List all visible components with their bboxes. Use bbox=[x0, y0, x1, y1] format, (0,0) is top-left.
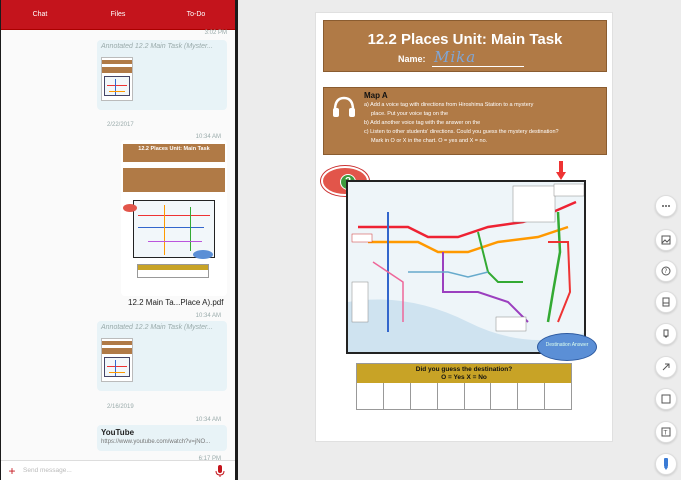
task-instruction: a) Add a voice tag with directions from … bbox=[364, 102, 534, 108]
guess-cell[interactable] bbox=[465, 383, 492, 409]
pdf-thumbnail[interactable]: 12.2 Places Unit: Main Task bbox=[123, 142, 225, 292]
tab-todo[interactable]: To-Do bbox=[157, 0, 235, 29]
map-image bbox=[348, 182, 584, 352]
marker-icon[interactable] bbox=[655, 323, 677, 345]
name-underline bbox=[432, 66, 524, 67]
name-label: Name: bbox=[398, 54, 426, 64]
image-icon[interactable] bbox=[655, 229, 677, 251]
document-thumbnail[interactable] bbox=[101, 338, 133, 382]
svg-text:?: ? bbox=[664, 268, 667, 275]
tab-files[interactable]: Files bbox=[79, 0, 157, 29]
task-instruction: b) Add another voice tag with the answer… bbox=[364, 120, 481, 126]
date-separator: 2/16/2019 bbox=[107, 404, 134, 410]
microphone-icon[interactable] bbox=[213, 464, 227, 478]
guess-cell[interactable] bbox=[491, 383, 519, 409]
document-thumbnail[interactable] bbox=[101, 57, 133, 101]
date-separator: 2/22/2017 bbox=[107, 122, 134, 128]
task-box: Map A a) Add a voice tag with directions… bbox=[323, 87, 607, 155]
tab-chat[interactable]: Chat bbox=[1, 0, 79, 29]
text-box-icon[interactable]: T bbox=[655, 421, 677, 443]
annotated-message[interactable]: Annotated 12.2 Main Task (Myster... bbox=[97, 321, 227, 391]
chat-panel: Chat Files To-Do 3:02 PM Annotated 12.2 … bbox=[0, 0, 238, 480]
message-title: Annotated 12.2 Main Task (Myster... bbox=[101, 324, 213, 331]
pen-icon[interactable] bbox=[655, 453, 677, 475]
add-attachment-button[interactable]: + bbox=[1, 464, 23, 478]
svg-text:T: T bbox=[663, 430, 668, 437]
rectangle-icon[interactable] bbox=[655, 388, 677, 410]
guess-cell[interactable] bbox=[518, 383, 546, 409]
link-url[interactable]: https://www.youtube.com/watch?v=jNO... bbox=[97, 437, 227, 447]
name-handwriting: Mika bbox=[434, 48, 477, 66]
stamp-icon[interactable] bbox=[655, 291, 677, 313]
guess-title: Did you guess the destination? bbox=[415, 366, 513, 373]
task-instruction: place. Put your voice tag on the bbox=[371, 111, 449, 117]
task-instruction: Mark in O or X in the chart. O = yes and… bbox=[371, 138, 488, 144]
link-title: YouTube bbox=[101, 428, 135, 437]
guess-chart: Did you guess the destination? O = Yes X… bbox=[356, 363, 572, 410]
page-title: 12.2 Places Unit: Main Task bbox=[367, 31, 563, 48]
arrow-down-icon bbox=[556, 161, 566, 180]
headphones-icon bbox=[331, 94, 357, 120]
pdf-filename[interactable]: 12.2 Main Ta...Place A).pdf bbox=[128, 298, 223, 307]
message-timestamp: 10:34 AM bbox=[195, 417, 221, 423]
arrow-icon[interactable] bbox=[655, 356, 677, 378]
message-composer: + Send message... bbox=[1, 460, 235, 480]
voice-tag-icon[interactable]: ? bbox=[655, 260, 677, 282]
guess-cell[interactable] bbox=[438, 383, 465, 409]
answer-voice-tag[interactable]: Destination Answer bbox=[537, 333, 597, 361]
document-page[interactable]: 12.2 Places Unit: Main Task Name: Mika M… bbox=[315, 12, 613, 442]
message-title: Annotated 12.2 Main Task (Myster... bbox=[101, 43, 213, 50]
tab-bar: Chat Files To-Do bbox=[1, 0, 235, 30]
guess-chart-header: Did you guess the destination? O = Yes X… bbox=[357, 364, 571, 383]
guess-cells bbox=[357, 383, 571, 409]
task-instruction: c) Listen to other students' directions.… bbox=[364, 129, 559, 135]
message-input[interactable]: Send message... bbox=[23, 467, 213, 474]
rail-map[interactable] bbox=[346, 180, 586, 354]
worksheet-header: 12.2 Places Unit: Main Task Name: Mika bbox=[323, 20, 607, 72]
message-timestamp: 10:34 AM bbox=[195, 313, 221, 319]
guess-cell[interactable] bbox=[411, 383, 438, 409]
chat-thread[interactable]: 3:02 PM Annotated 12.2 Main Task (Myster… bbox=[1, 30, 235, 462]
guess-legend: O = Yes X = No bbox=[441, 373, 487, 381]
more-icon[interactable] bbox=[655, 195, 677, 217]
annotated-message[interactable]: Annotated 12.2 Main Task (Myster... bbox=[97, 40, 227, 110]
guess-cell[interactable] bbox=[357, 383, 384, 409]
youtube-message[interactable]: YouTube https://www.youtube.com/watch?v=… bbox=[97, 425, 227, 451]
guess-cell[interactable] bbox=[384, 383, 411, 409]
pdf-message[interactable]: 12.2 Places Unit: Main Task bbox=[121, 140, 227, 296]
guess-cell[interactable] bbox=[545, 383, 571, 409]
task-title: Map A bbox=[364, 91, 388, 100]
message-timestamp: 3:02 PM bbox=[204, 30, 227, 36]
